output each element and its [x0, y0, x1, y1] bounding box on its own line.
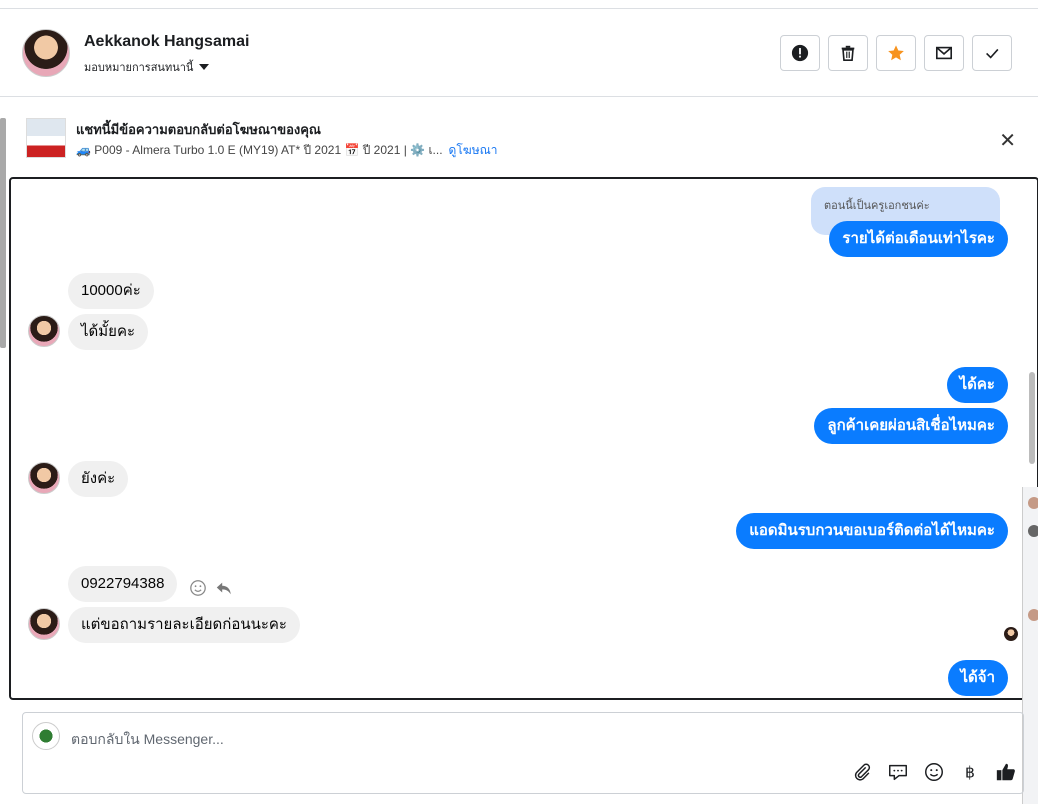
svg-text:฿: ฿ [965, 764, 975, 782]
message-bubble-incoming[interactable]: ยังค่ะ [68, 461, 129, 497]
envelope-icon [935, 46, 953, 60]
message-bubble-outgoing[interactable]: แอดมินรบกวนขอเบอร์ติดต่อได้ไหมคะ [736, 513, 1008, 549]
message-bubble-outgoing[interactable]: รายได้ต่อเดือนเท่าไรคะ [829, 221, 1008, 257]
mark-unread-button[interactable] [924, 35, 964, 71]
list-item-avatar[interactable] [1028, 525, 1038, 537]
delete-button[interactable] [828, 35, 868, 71]
ad-description: 🚙 P009 - Almera Turbo 1.0 E (MY19) AT* ป… [76, 143, 443, 157]
assign-label: มอบหมายการสนทนานี้ [84, 62, 194, 74]
side-conversation-list[interactable] [1022, 487, 1038, 804]
star-button[interactable] [876, 35, 916, 71]
ad-reply-banner: แชทนี้มีข้อความตอบกลับต่อโฆษณาของคุณ 🚙 P… [0, 98, 1038, 176]
message-bubble-incoming[interactable]: แต่ขอถามรายละเอียดก่อนนะคะ [68, 607, 300, 643]
exclamation-icon [791, 44, 809, 62]
ad-thumbnail[interactable] [26, 118, 66, 158]
contact-name[interactable]: Aekkanok Hangsamai [84, 33, 249, 51]
view-ad-link[interactable]: ดูโฆษณา [449, 143, 498, 157]
page-avatar [32, 722, 60, 750]
message-bubble-outgoing[interactable]: ได้คะ [946, 367, 1008, 403]
composer-toolbar: ฿ [851, 761, 1017, 783]
message-bubble-incoming[interactable]: ได้มั้ยคะ [68, 314, 149, 350]
trash-icon [841, 45, 855, 62]
header-actions [780, 35, 1012, 71]
thumbs-up-icon[interactable] [995, 761, 1017, 783]
star-icon [888, 45, 904, 61]
contact-avatar-small [28, 315, 60, 347]
list-item-avatar[interactable] [1028, 609, 1038, 621]
message-hover-tools [189, 579, 233, 597]
message-bubble-outgoing[interactable]: ลูกค้าเคยผ่อนสิเชื่อไหมคะ [814, 408, 1008, 444]
scrollbar-thumb[interactable] [1029, 372, 1035, 464]
message-thread: ตอนนี้เป็นครูเอกชนค่ะ รายได้ต่อเดือนเท่า… [9, 177, 1038, 700]
message-input[interactable]: ตอบกลับใน Messenger... [71, 729, 224, 751]
emoji-icon[interactable] [923, 761, 945, 783]
paperclip-icon[interactable] [851, 761, 873, 783]
contact-avatar-small [28, 608, 60, 640]
ad-banner-subtitle: 🚙 P009 - Almera Turbo 1.0 E (MY19) AT* ป… [76, 141, 497, 160]
reply-icon[interactable] [215, 579, 233, 597]
mark-spam-button[interactable] [780, 35, 820, 71]
ad-banner-title: แชทนี้มีข้อความตอบกลับต่อโฆษณาของคุณ [76, 122, 321, 137]
message-bubble-incoming[interactable]: 10000ค่ะ [68, 273, 154, 309]
react-emoji-icon[interactable] [189, 579, 207, 597]
close-icon[interactable]: ✕ [999, 128, 1016, 153]
message-bubble-outgoing[interactable]: ได้จ้า [947, 660, 1008, 696]
caret-down-icon [199, 64, 210, 70]
check-icon [986, 48, 999, 59]
message-bubble-incoming[interactable]: 0922794388 [68, 566, 178, 602]
seen-indicator-avatar [1004, 627, 1018, 641]
contact-avatar-small [28, 462, 60, 494]
chat-bubble-icon[interactable] [887, 761, 909, 783]
conversation-header: Aekkanok Hangsamai มอบหมายการสนทนานี้ [0, 9, 1038, 97]
reply-composer: ตอบกลับใน Messenger... ฿ [22, 712, 1024, 794]
mark-done-button[interactable] [972, 35, 1012, 71]
list-item-avatar[interactable] [1028, 497, 1038, 509]
baht-icon[interactable]: ฿ [959, 761, 981, 783]
assign-conversation-dropdown[interactable]: มอบหมายการสนทนานี้ [84, 58, 210, 76]
contact-avatar[interactable] [22, 29, 70, 77]
